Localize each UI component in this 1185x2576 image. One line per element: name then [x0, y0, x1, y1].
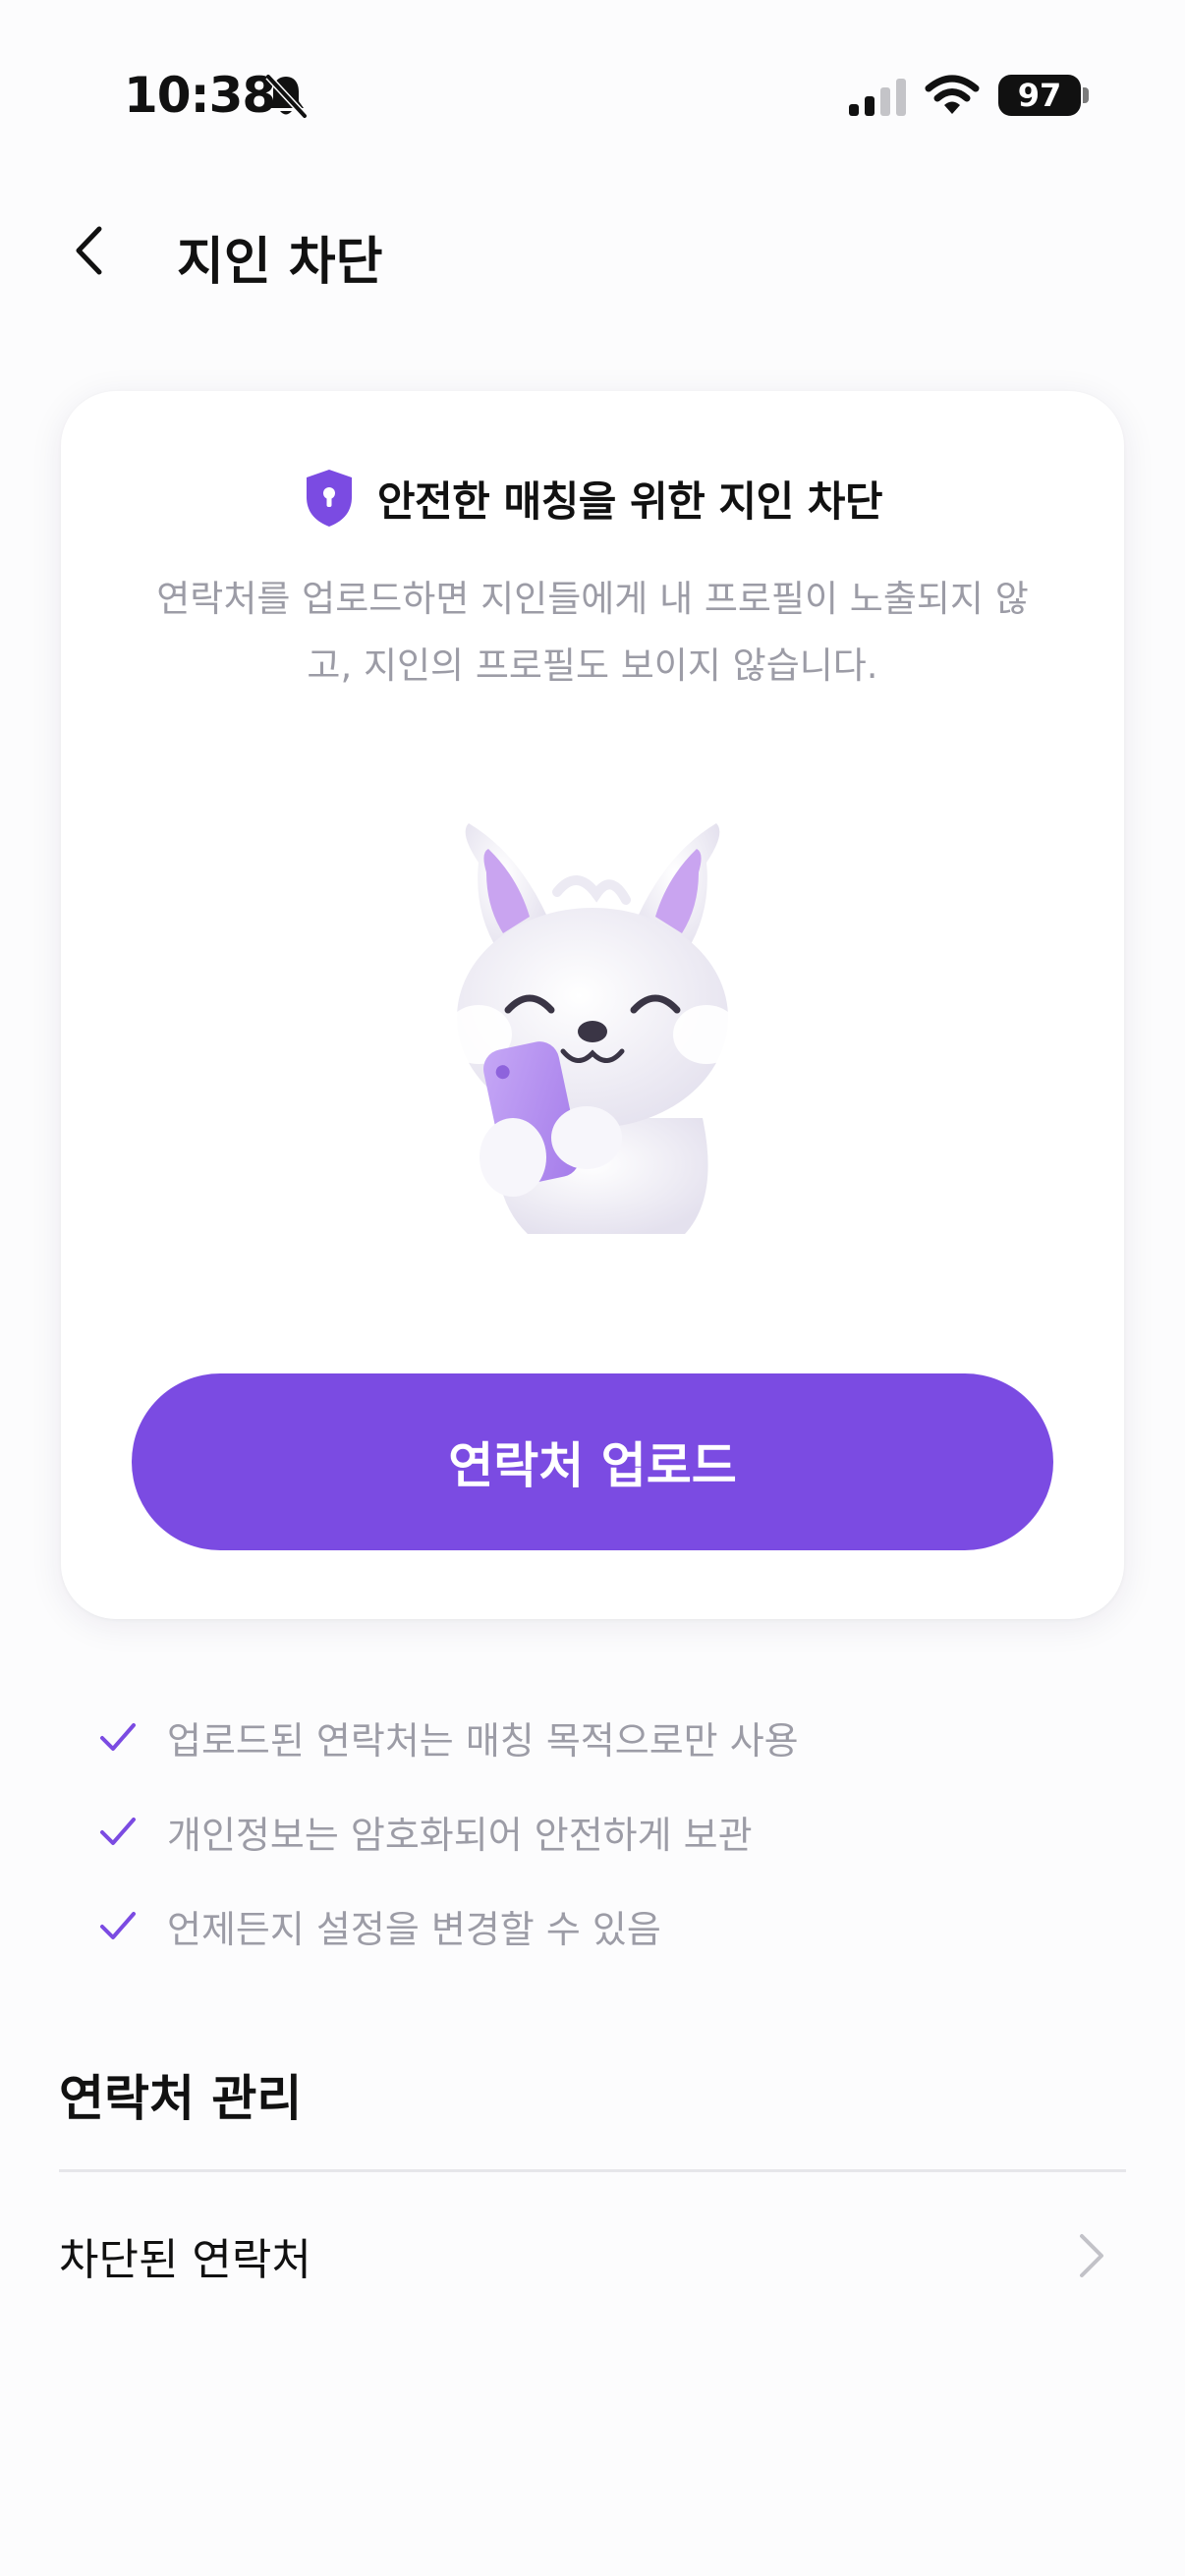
benefit-text: 개인정보는 암호화되어 안전하게 보관: [167, 1813, 753, 1857]
wifi-icon: [925, 75, 980, 114]
back-button[interactable]: [59, 216, 118, 285]
card-heading: 안전한 매칭을 위한 지인 차단: [61, 468, 1124, 529]
list-item: 언제든지 설정을 변경할 수 있음: [98, 1878, 1081, 1973]
blocked-contacts-row[interactable]: 차단된 연락처: [59, 2201, 1126, 2311]
chevron-left-icon: [76, 226, 102, 275]
chevron-right-icon: [1080, 2234, 1103, 2277]
fox-mascot-illustration: [445, 823, 740, 1234]
shield-lock-icon: [306, 470, 352, 527]
check-icon: [100, 1723, 136, 1751]
signal-icon: [849, 79, 906, 116]
section-title: 연락처 관리: [59, 2070, 303, 2127]
upload-contacts-button[interactable]: 연락처 업로드: [132, 1373, 1053, 1550]
benefits-list: 업로드된 연락처는 매칭 목적으로만 사용 개인정보는 암호화되어 안전하게 보…: [98, 1690, 1081, 1973]
divider: [59, 2169, 1126, 2172]
info-card: 안전한 매칭을 위한 지인 차단 연락처를 업로드하면 지인들에게 내 프로필이…: [61, 391, 1124, 1619]
card-title: 안전한 매칭을 위한 지인 차단: [376, 476, 883, 526]
check-icon: [100, 1912, 136, 1939]
page-title: 지인 차단: [177, 233, 383, 292]
battery-tip: [1083, 87, 1089, 103]
benefit-text: 업로드된 연락처는 매칭 목적으로만 사용: [167, 1718, 799, 1763]
status-time: 10:38: [124, 67, 276, 124]
battery-icon: 97: [998, 75, 1081, 116]
bell-off-icon: [265, 74, 308, 119]
list-item: 개인정보는 암호화되어 안전하게 보관: [98, 1784, 1081, 1878]
list-item: 업로드된 연락처는 매칭 목적으로만 사용: [98, 1690, 1081, 1784]
card-description: 연락처를 업로드하면 지인들에게 내 프로필이 노출되지 않고, 지인의 프로필…: [156, 578, 1029, 687]
benefit-text: 언제든지 설정을 변경할 수 있음: [167, 1907, 661, 1951]
blocked-contacts-label: 차단된 연락처: [59, 2235, 311, 2285]
status-bar: 10:38 97: [0, 0, 1185, 177]
check-icon: [100, 1818, 136, 1845]
